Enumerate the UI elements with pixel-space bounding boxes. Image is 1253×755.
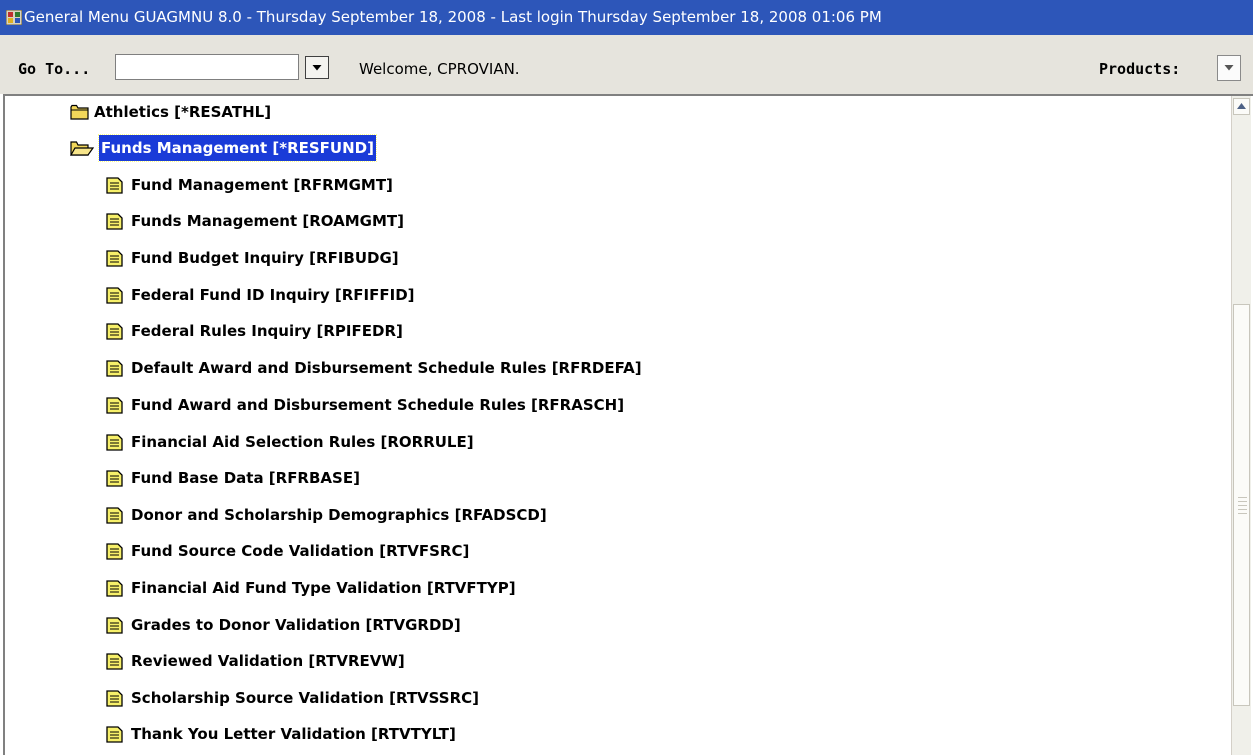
document-icon bbox=[106, 690, 123, 707]
grip-line bbox=[1238, 501, 1247, 502]
document-icon bbox=[106, 213, 123, 230]
document-icon bbox=[106, 250, 123, 267]
tree-item-label: Grades to Donor Validation [RTVGRDD] bbox=[131, 616, 461, 634]
goto-dropdown-button[interactable] bbox=[305, 56, 329, 79]
tree-item-label: Federal Rules Inquiry [RPIFEDR] bbox=[131, 322, 403, 340]
tree-item-label: Fund Award and Disbursement Schedule Rul… bbox=[131, 396, 625, 414]
grip-line bbox=[1238, 505, 1247, 506]
grip-line bbox=[1238, 497, 1247, 498]
tree-item-label: Financial Aid Selection Rules [RORRULE] bbox=[131, 433, 474, 451]
welcome-message: Welcome, CPROVIAN. bbox=[359, 60, 520, 78]
scroll-thumb[interactable] bbox=[1233, 304, 1250, 706]
open-folder-icon bbox=[70, 141, 94, 156]
vertical-scrollbar[interactable] bbox=[1231, 96, 1251, 755]
document-icon bbox=[106, 360, 123, 377]
document-icon bbox=[106, 434, 123, 451]
arrow-up-icon bbox=[1237, 103, 1246, 109]
tree-item-label: Thank You Letter Validation [RTVTYLT] bbox=[131, 725, 456, 743]
document-icon bbox=[106, 287, 123, 304]
document-icon bbox=[106, 507, 123, 524]
tree-folder-label: Funds Management [*RESFUND] bbox=[98, 134, 377, 162]
closed-folder-icon bbox=[70, 104, 89, 120]
grip-line bbox=[1238, 513, 1247, 514]
document-icon bbox=[106, 653, 123, 670]
products-label: Products: bbox=[1099, 60, 1181, 78]
chevron-down-icon bbox=[1224, 65, 1234, 71]
tree-item-label: Default Award and Disbursement Schedule … bbox=[131, 359, 642, 377]
document-icon bbox=[106, 397, 123, 414]
chevron-down-icon bbox=[312, 64, 322, 70]
goto-input[interactable] bbox=[115, 54, 299, 80]
app-icon bbox=[6, 10, 22, 25]
document-icon bbox=[106, 617, 123, 634]
tree-item-label: Fund Management [RFRMGMT] bbox=[131, 176, 393, 194]
goto-label: Go To... bbox=[18, 60, 91, 78]
tree-item-label: Reviewed Validation [RTVREVW] bbox=[131, 652, 405, 670]
grip-line bbox=[1238, 509, 1247, 510]
products-dropdown-button[interactable] bbox=[1217, 55, 1241, 81]
tree-item-label: Funds Management [ROAMGMT] bbox=[131, 212, 404, 230]
document-icon bbox=[106, 726, 123, 743]
tree-folder-label: Athletics [*RESATHL] bbox=[94, 103, 272, 121]
tree-item-label: Fund Base Data [RFRBASE] bbox=[131, 469, 360, 487]
tree-item-label: Fund Source Code Validation [RTVFSRC] bbox=[131, 542, 470, 560]
document-icon bbox=[106, 323, 123, 340]
toolbar: Go To... Welcome, CPROVIAN. Products: bbox=[0, 35, 1253, 94]
document-icon bbox=[106, 543, 123, 560]
document-icon bbox=[106, 580, 123, 597]
document-icon bbox=[106, 470, 123, 487]
tree-item-label: Scholarship Source Validation [RTVSSRC] bbox=[131, 689, 480, 707]
document-icon bbox=[106, 177, 123, 194]
tree-item-label: Fund Budget Inquiry [RFIBUDG] bbox=[131, 249, 399, 267]
scroll-up-button[interactable] bbox=[1233, 98, 1250, 115]
tree-item-label: Financial Aid Fund Type Validation [RTVF… bbox=[131, 579, 516, 597]
tree-item-label: Federal Fund ID Inquiry [RFIFFID] bbox=[131, 286, 415, 304]
title-bar: General Menu GUAGMNU 8.0 - Thursday Sept… bbox=[0, 0, 1253, 35]
window-title: General Menu GUAGMNU 8.0 - Thursday Sept… bbox=[24, 8, 882, 26]
tree-item-label: Donor and Scholarship Demographics [RFAD… bbox=[131, 506, 547, 524]
